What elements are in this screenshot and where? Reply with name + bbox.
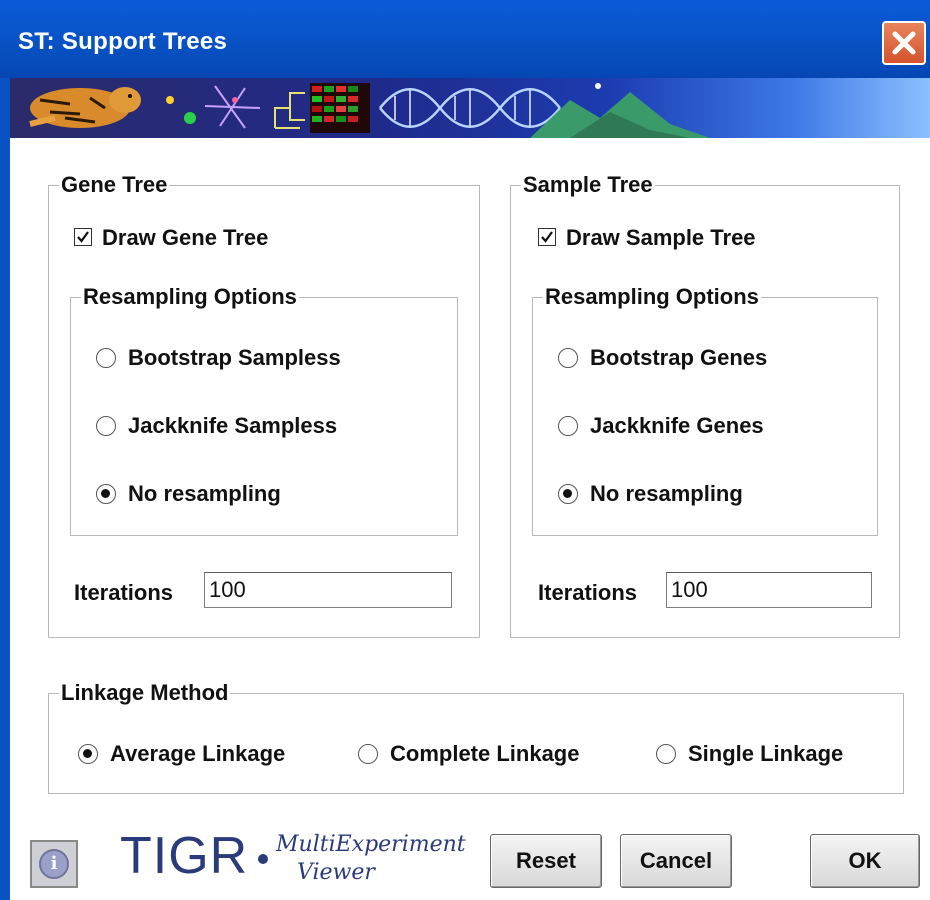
- logo-subtitle-line2: Viewer: [297, 860, 375, 885]
- radio-single-linkage[interactable]: [656, 744, 676, 764]
- radio-average-linkage[interactable]: [78, 744, 98, 764]
- info-button[interactable]: i: [30, 840, 78, 888]
- cancel-button[interactable]: Cancel: [620, 834, 732, 888]
- jackknife-genes-label[interactable]: Jackknife Genes: [590, 413, 764, 439]
- sample-tree-legend: Sample Tree: [523, 172, 653, 197]
- radio-jackknife-sampless[interactable]: [96, 416, 116, 436]
- dendrogram-illustration: [274, 92, 305, 129]
- reset-button[interactable]: Reset: [490, 834, 602, 888]
- linkage-method-group: Linkage Method: [48, 682, 904, 794]
- radio-selected-dot: [83, 749, 92, 758]
- gene-tree-legend: Gene Tree: [61, 172, 168, 197]
- close-icon: [892, 31, 916, 55]
- gene-resampling-legend: Resampling Options: [83, 284, 297, 309]
- radio-sample-no-resampling[interactable]: [558, 484, 578, 504]
- window-left-border: [0, 0, 10, 900]
- sample-iterations-label: Iterations: [538, 580, 638, 605]
- average-linkage-label[interactable]: Average Linkage: [110, 741, 285, 767]
- title-bar[interactable]: ST: Support Trees: [0, 0, 930, 78]
- draw-sample-tree-checkbox[interactable]: [538, 228, 556, 246]
- sample-resampling-legend: Resampling Options: [545, 284, 759, 309]
- header-banner-image: [10, 78, 930, 138]
- checkmark-icon: [541, 231, 553, 243]
- logo-subtitle-line1: MultiExperiment: [276, 832, 466, 857]
- gene-iterations-label: Iterations: [74, 580, 174, 605]
- info-icon: i: [39, 849, 69, 879]
- radio-selected-dot: [101, 489, 110, 498]
- radio-gene-no-resampling[interactable]: [96, 484, 116, 504]
- tiger-illustration: [29, 87, 141, 128]
- radio-complete-linkage[interactable]: [358, 744, 378, 764]
- radio-bootstrap-genes[interactable]: [558, 348, 578, 368]
- radio-selected-dot: [563, 489, 572, 498]
- gene-iterations-input[interactable]: [204, 572, 452, 608]
- checkmark-icon: [77, 231, 89, 243]
- dialog-body: Gene Tree Draw Gene Tree Resampling Opti…: [10, 138, 930, 900]
- jackknife-sampless-label[interactable]: Jackknife Sampless: [128, 413, 337, 439]
- radio-jackknife-genes[interactable]: [558, 416, 578, 436]
- sample-no-resampling-label[interactable]: No resampling: [590, 481, 743, 507]
- heatmap-illustration: [310, 83, 370, 133]
- close-button[interactable]: [882, 21, 926, 65]
- gene-no-resampling-label[interactable]: No resampling: [128, 481, 281, 507]
- molecule-illustration: [166, 85, 261, 129]
- ok-button[interactable]: OK: [810, 834, 920, 888]
- draw-gene-tree-checkbox[interactable]: [74, 228, 92, 246]
- radio-bootstrap-sampless[interactable]: [96, 348, 116, 368]
- dna-helix-illustration: [379, 88, 561, 128]
- draw-gene-tree-label[interactable]: Draw Gene Tree: [102, 225, 268, 251]
- bootstrap-sampless-label[interactable]: Bootstrap Sampless: [128, 345, 341, 371]
- window-title: ST: Support Trees: [18, 28, 228, 55]
- logo-dot: [258, 854, 268, 864]
- footer-bar: i TIGR MultiExperiment Viewer Reset Canc…: [10, 818, 930, 900]
- complete-linkage-label[interactable]: Complete Linkage: [390, 741, 579, 767]
- bootstrap-genes-label[interactable]: Bootstrap Genes: [590, 345, 767, 371]
- tigr-logo-text: TIGR: [120, 827, 249, 885]
- sample-iterations-input[interactable]: [666, 572, 872, 608]
- linkage-method-legend: Linkage Method: [61, 680, 229, 705]
- single-linkage-label[interactable]: Single Linkage: [688, 741, 843, 767]
- draw-sample-tree-label[interactable]: Draw Sample Tree: [566, 225, 756, 251]
